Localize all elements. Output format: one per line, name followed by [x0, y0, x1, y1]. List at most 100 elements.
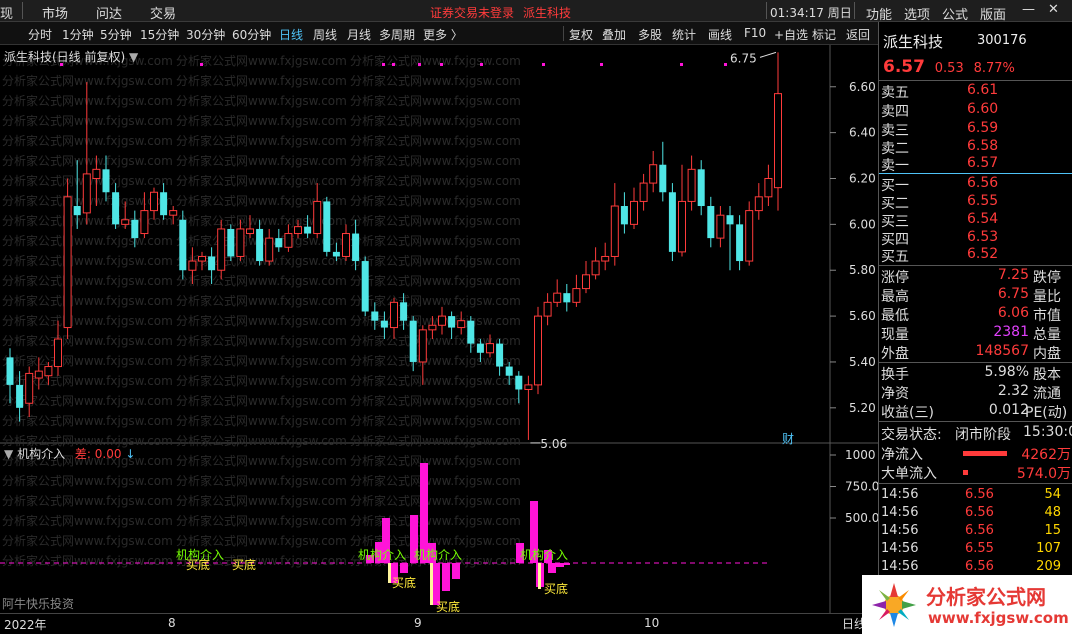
- period-timeshare[interactable]: 分时: [28, 26, 52, 43]
- candle-body: [467, 320, 475, 344]
- period-60min[interactable]: 60分钟: [232, 26, 271, 43]
- login-notice[interactable]: 证券交易未登录: [430, 4, 514, 21]
- watermark-repeat: 分析家公式网www.fxjgsw.com: [350, 133, 521, 148]
- big-inflow-value: 574.0万: [1016, 466, 1071, 482]
- ask-row: 卖一 6.57: [881, 155, 1071, 174]
- watermark-repeat: 分析家公式网www.fxjgsw.com: [350, 373, 521, 388]
- minimize-button[interactable]: —: [1022, 2, 1035, 17]
- watermark-repeat: 分析家公式网www.fxjgsw.com: [2, 73, 173, 88]
- tick-volume: 209: [1036, 559, 1061, 574]
- candle-body: [112, 192, 120, 225]
- kline-chart[interactable]: 分析家公式网www.fxjgsw.com 分析家公式网www.fxjgsw.com…: [0, 45, 878, 613]
- stat-label: 跌停: [1033, 270, 1061, 286]
- tool-mark[interactable]: 标记: [812, 26, 836, 43]
- candle-body: [687, 168, 696, 202]
- tool-statistics[interactable]: 统计: [672, 26, 696, 43]
- watermark-repeat: 分析家公式网www.fxjgsw.com: [350, 93, 521, 108]
- stat-label: 收益(三): [881, 405, 934, 421]
- stat-label: 内盘: [1033, 346, 1061, 362]
- tool-adjust[interactable]: 复权: [569, 26, 593, 43]
- period-multi[interactable]: 多周期: [379, 26, 415, 43]
- menu-item-trade[interactable]: 交易: [150, 3, 176, 22]
- indicator-bar: [452, 563, 460, 579]
- period-weekly[interactable]: 周线: [313, 26, 337, 43]
- menu-function[interactable]: 功能: [866, 4, 892, 23]
- candle-body: [543, 301, 552, 317]
- period-daily[interactable]: 日线: [279, 26, 303, 43]
- close-button[interactable]: ✕: [1048, 2, 1059, 17]
- candle-body: [726, 215, 734, 225]
- menu-item-market[interactable]: 市场: [42, 3, 68, 22]
- watermark-repeat: 分析家公式网www.fxjgsw.com: [176, 513, 347, 528]
- down-arrow-icon: ↓: [125, 447, 136, 461]
- menu-layout[interactable]: 版面: [980, 4, 1006, 23]
- tool-back[interactable]: 返回: [846, 26, 870, 43]
- candle-body: [304, 226, 312, 234]
- watermark-repeat: 分析家公式网www.fxjgsw.com: [176, 293, 347, 308]
- candle-body: [486, 343, 494, 354]
- watermark-repeat: 分析家公式网www.fxjgsw.com: [2, 413, 173, 428]
- menu-item-wenda[interactable]: 问达: [96, 3, 122, 22]
- period-5min[interactable]: 5分钟: [100, 26, 132, 43]
- candle-body: [121, 219, 130, 225]
- candle-body: [265, 237, 274, 262]
- price-tick-label: 5.80: [849, 263, 876, 277]
- watermark-repeat: 分析家公式网www.fxjgsw.com: [2, 253, 173, 268]
- period-more[interactable]: 更多 〉: [423, 26, 463, 43]
- price-tick-label: 5.60: [849, 309, 876, 323]
- tool-f10[interactable]: F10: [744, 26, 766, 40]
- candle-body: [380, 320, 388, 328]
- tick-row: 14:56 6.56 15: [881, 523, 1071, 541]
- chart-area[interactable]: 分析家公式网www.fxjgsw.com 分析家公式网www.fxjgsw.com…: [0, 45, 878, 634]
- stat-label: PE(动): [1025, 405, 1068, 421]
- watermark-repeat: 分析家公式网www.fxjgsw.com: [350, 453, 521, 468]
- stock-link[interactable]: 派生科技: [523, 4, 571, 21]
- candle-body: [323, 201, 331, 252]
- candle-body: [275, 238, 283, 248]
- period-monthly[interactable]: 月线: [347, 26, 371, 43]
- period-15min[interactable]: 15分钟: [140, 26, 179, 43]
- stat-row: 净资 2.32 流通: [881, 383, 1071, 402]
- stat-label: 最高: [881, 289, 909, 305]
- tick-price: 6.55: [965, 541, 994, 556]
- period-30min[interactable]: 30分钟: [186, 26, 225, 43]
- tool-draw[interactable]: 画线: [708, 26, 732, 43]
- signal-dot: [392, 63, 395, 66]
- stat-row: 现量 2381 总量: [881, 324, 1071, 343]
- candle-body: [553, 292, 562, 303]
- entry-signal-label: 机构介入: [358, 547, 406, 562]
- watermark-repeat: 分析家公式网www.fxjgsw.com: [2, 293, 173, 308]
- max-price-label: 6.75: [730, 51, 757, 65]
- menu-formula[interactable]: 公式: [942, 4, 968, 23]
- tool-multi-stock[interactable]: 多股: [638, 26, 662, 43]
- watermark-repeat: 分析家公式网www.fxjgsw.com: [2, 113, 173, 128]
- tick-price: 6.56: [965, 505, 994, 520]
- bid-row: 买二 6.55: [881, 193, 1071, 212]
- candle-body: [668, 192, 676, 252]
- watermark-repeat: 分析家公式网www.fxjgsw.com: [2, 553, 173, 568]
- candle-body: [169, 210, 178, 216]
- tool-add-watchlist[interactable]: +自选: [774, 26, 808, 43]
- logo-swirl-icon: [872, 583, 916, 627]
- main-chart-title: 派生科技(日线 前复权) ▼: [4, 48, 138, 65]
- menu-item-realtime[interactable]: 现: [0, 3, 13, 22]
- finance-badge[interactable]: 财: [782, 430, 794, 447]
- period-1min[interactable]: 1分钟: [62, 26, 94, 43]
- tool-overlay[interactable]: 叠加: [602, 26, 626, 43]
- watermark-repeat: 分析家公式网www.fxjgsw.com: [2, 133, 173, 148]
- stat-value: 5.98%: [984, 364, 1029, 380]
- net-inflow-label: 净流入: [881, 447, 923, 463]
- menu-separator: [766, 2, 767, 19]
- indicator-name[interactable]: 机构介入: [17, 447, 65, 461]
- collapse-icon[interactable]: ▼: [129, 50, 138, 64]
- candle-body: [716, 214, 725, 239]
- bid-label: 买一: [881, 178, 909, 194]
- candle-body: [438, 315, 446, 326]
- signal-dot: [542, 63, 545, 66]
- date-label: 2022年: [4, 618, 47, 632]
- quote-panel: 派生科技 300176 6.57 0.53 8.77% 卖五 6.61 卖四 6.6…: [878, 22, 1072, 634]
- candle-body: [34, 370, 43, 379]
- indicator-collapse-icon[interactable]: ▼: [4, 447, 13, 461]
- menu-options[interactable]: 选项: [904, 4, 930, 23]
- candle-body: [102, 169, 110, 193]
